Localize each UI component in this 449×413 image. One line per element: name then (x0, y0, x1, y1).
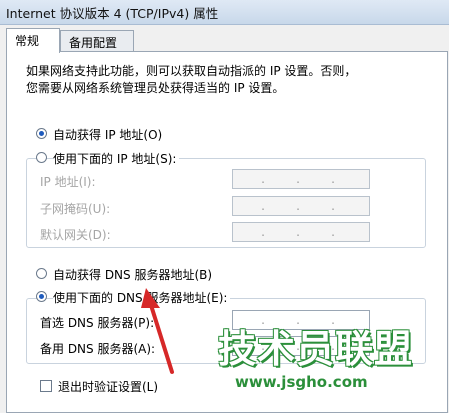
default-gateway-label: 默认网关(D): (40, 228, 111, 242)
default-gateway-field[interactable]: ... (232, 222, 370, 242)
tab-general[interactable]: 常规 (6, 28, 60, 53)
radio-dns-auto-label: 自动获得 DNS 服务器地址(B) (53, 268, 213, 282)
radio-dns-manual[interactable] (36, 291, 47, 302)
validate-settings-checkbox[interactable] (40, 380, 52, 392)
title-bar: Internet 协议版本 4 (TCP/IPv4) 属性 (0, 0, 449, 25)
radio-ip-manual-label: 使用下面的 IP 地址(S): (53, 150, 180, 167)
watermark-url: www.jsgho.com (232, 373, 371, 391)
window-title: Internet 协议版本 4 (TCP/IPv4) 属性 (6, 6, 219, 21)
annotation-arrow-icon (141, 288, 174, 374)
radio-ip-auto-label: 自动获得 IP 地址(O) (53, 128, 163, 142)
subnet-mask-label: 子网掩码(U): (40, 202, 111, 216)
ip-address-field[interactable]: ... (232, 169, 370, 189)
radio-dns-auto[interactable] (36, 268, 47, 279)
radio-ip-manual[interactable] (36, 152, 47, 163)
description-text: 如果网络支持此功能，则可以获取自动指派的 IP 设置。否则， 您需要从网络系统管… (26, 64, 357, 95)
preferred-dns-label: 首选 DNS 服务器(P): (40, 316, 155, 330)
validate-settings-label: 退出时验证设置(L) (58, 380, 159, 394)
tab-general-label: 常规 (15, 34, 40, 48)
alternate-dns-label: 备用 DNS 服务器(A): (40, 342, 156, 356)
ip-address-label: IP 地址(I): (40, 175, 96, 189)
subnet-mask-field[interactable]: ... (232, 196, 370, 216)
tab-alternate-config-label: 备用配置 (69, 36, 118, 50)
tab-alternate-config[interactable]: 备用配置 (60, 30, 134, 53)
radio-ip-auto[interactable] (36, 128, 47, 139)
watermark-brand: 技术员联盟 (218, 327, 414, 371)
